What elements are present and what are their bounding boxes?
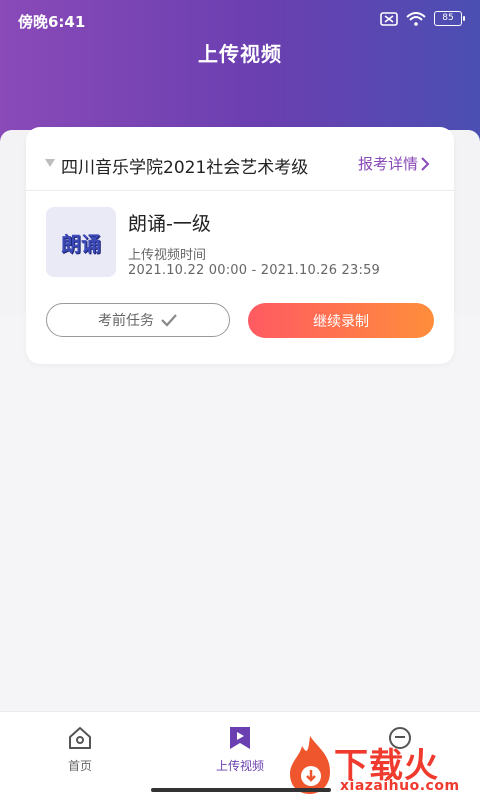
chevron-right-icon [421, 156, 430, 171]
exam-title: 四川音乐学院2021社会艺术考级 [61, 158, 309, 178]
collapse-triangle-icon[interactable] [45, 159, 55, 167]
status-bar: 傍晚6:41 85 [0, 0, 480, 40]
exam-card: 四川音乐学院2021社会艺术考级 报考详情 朗诵 朗诵-一级 上传视频时间 20… [26, 127, 454, 364]
watermark-subtext: xiazaihuo.com [340, 778, 460, 794]
battery-level: 85 [442, 13, 454, 23]
upload-time-label: 上传视频时间 [128, 248, 207, 263]
pre-exam-task-label: 考前任务 [98, 313, 154, 329]
flame-logo-icon [290, 736, 330, 794]
upload-time-range: 2021.10.22 00:00 - 2021.10.26 23:59 [128, 263, 381, 278]
thumbnail-text: 朗诵 [61, 231, 101, 256]
battery-icon: 85 [434, 11, 465, 26]
status-time: 傍晚6:41 [18, 13, 86, 31]
tab-upload-video-label: 上传视频 [215, 759, 264, 773]
tab-home[interactable]: 首页 [40, 724, 120, 774]
pre-exam-task-button[interactable]: 考前任务 [46, 303, 230, 337]
card-header: 四川音乐学院2021社会艺术考级 报考详情 [26, 127, 454, 191]
wifi-icon [406, 11, 426, 26]
continue-recording-label: 继续录制 [313, 313, 369, 330]
home-indicator[interactable] [151, 788, 331, 792]
home-icon [69, 727, 91, 749]
sim-card-icon [380, 11, 398, 26]
checkmark-icon [161, 314, 177, 327]
continue-recording-button[interactable]: 继续录制 [248, 303, 434, 338]
page-title: 上传视频 [198, 42, 282, 66]
exam-details-label: 报考详情 [357, 155, 418, 173]
exam-details-link[interactable]: 报考详情 [358, 153, 430, 174]
item-title: 朗诵-一级 [128, 213, 211, 235]
upload-video-icon [230, 727, 250, 749]
tab-home-label: 首页 [67, 759, 92, 773]
item-thumbnail: 朗诵 [46, 207, 116, 277]
tab-upload-video[interactable]: 上传视频 [200, 724, 280, 774]
status-icons: 85 [380, 11, 465, 26]
